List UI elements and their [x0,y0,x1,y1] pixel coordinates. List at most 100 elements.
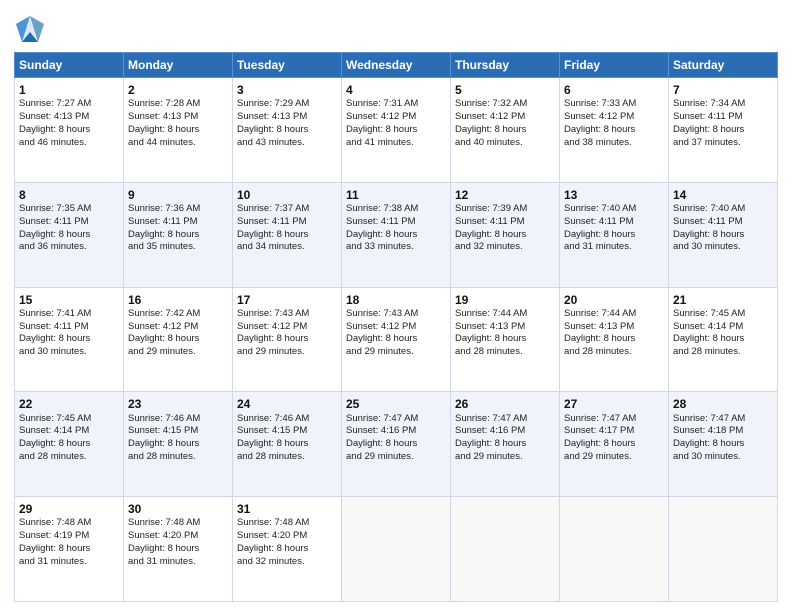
table-row: 18Sunrise: 7:43 AMSunset: 4:12 PMDayligh… [342,287,451,392]
day-info: Sunrise: 7:46 AM [237,413,337,426]
day-number: 29 [19,501,119,517]
day-number: 2 [128,82,228,98]
day-info: Daylight: 8 hours [128,333,228,346]
day-info: and 30 minutes. [673,241,773,254]
day-info: Sunrise: 7:40 AM [673,203,773,216]
table-row: 5Sunrise: 7:32 AMSunset: 4:12 PMDaylight… [451,78,560,183]
day-info: Sunset: 4:11 PM [673,216,773,229]
day-info: Daylight: 8 hours [673,438,773,451]
table-row: 11Sunrise: 7:38 AMSunset: 4:11 PMDayligh… [342,182,451,287]
day-number: 27 [564,396,664,412]
calendar-header-row: Sunday Monday Tuesday Wednesday Thursday… [15,53,778,78]
day-number: 28 [673,396,773,412]
day-info: Daylight: 8 hours [673,229,773,242]
day-info: Daylight: 8 hours [19,124,119,137]
day-info: Sunrise: 7:33 AM [564,98,664,111]
day-info: Sunset: 4:11 PM [346,216,446,229]
table-row: 31Sunrise: 7:48 AMSunset: 4:20 PMDayligh… [233,497,342,602]
day-info: Sunset: 4:12 PM [455,111,555,124]
day-info: Sunset: 4:14 PM [673,321,773,334]
day-info: Daylight: 8 hours [346,438,446,451]
day-info: and 29 minutes. [128,346,228,359]
day-info: Sunset: 4:13 PM [19,111,119,124]
day-info: and 33 minutes. [346,241,446,254]
day-info: and 34 minutes. [237,241,337,254]
col-saturday: Saturday [669,53,778,78]
day-info: Sunset: 4:11 PM [564,216,664,229]
table-row [560,497,669,602]
day-info: Sunset: 4:13 PM [455,321,555,334]
day-info: and 29 minutes. [346,451,446,464]
day-info: Daylight: 8 hours [19,543,119,556]
day-info: Sunset: 4:11 PM [673,111,773,124]
table-row: 8Sunrise: 7:35 AMSunset: 4:11 PMDaylight… [15,182,124,287]
day-info: Sunrise: 7:47 AM [564,413,664,426]
day-number: 5 [455,82,555,98]
day-info: and 32 minutes. [237,556,337,569]
day-number: 6 [564,82,664,98]
day-info: Sunset: 4:13 PM [237,111,337,124]
day-info: Daylight: 8 hours [19,229,119,242]
day-info: and 32 minutes. [455,241,555,254]
day-info: Daylight: 8 hours [128,124,228,137]
day-info: Sunrise: 7:46 AM [128,413,228,426]
col-monday: Monday [124,53,233,78]
day-number: 23 [128,396,228,412]
day-info: and 30 minutes. [19,346,119,359]
day-number: 7 [673,82,773,98]
day-info: and 38 minutes. [564,137,664,150]
day-info: Sunrise: 7:41 AM [19,308,119,321]
day-info: Sunrise: 7:32 AM [455,98,555,111]
table-row [342,497,451,602]
day-info: Sunset: 4:13 PM [128,111,228,124]
table-row: 27Sunrise: 7:47 AMSunset: 4:17 PMDayligh… [560,392,669,497]
day-info: Sunrise: 7:35 AM [19,203,119,216]
day-info: and 28 minutes. [19,451,119,464]
day-info: and 29 minutes. [564,451,664,464]
table-row: 25Sunrise: 7:47 AMSunset: 4:16 PMDayligh… [342,392,451,497]
table-row: 1Sunrise: 7:27 AMSunset: 4:13 PMDaylight… [15,78,124,183]
col-friday: Friday [560,53,669,78]
calendar-row-3: 15Sunrise: 7:41 AMSunset: 4:11 PMDayligh… [15,287,778,392]
col-thursday: Thursday [451,53,560,78]
day-info: and 31 minutes. [19,556,119,569]
day-info: Daylight: 8 hours [564,438,664,451]
day-info: Sunrise: 7:48 AM [128,517,228,530]
table-row: 10Sunrise: 7:37 AMSunset: 4:11 PMDayligh… [233,182,342,287]
day-info: Daylight: 8 hours [346,124,446,137]
day-info: Sunset: 4:12 PM [346,321,446,334]
header [14,10,778,46]
day-info: Daylight: 8 hours [237,543,337,556]
table-row: 28Sunrise: 7:47 AMSunset: 4:18 PMDayligh… [669,392,778,497]
table-row: 17Sunrise: 7:43 AMSunset: 4:12 PMDayligh… [233,287,342,392]
table-row: 14Sunrise: 7:40 AMSunset: 4:11 PMDayligh… [669,182,778,287]
day-number: 20 [564,292,664,308]
table-row: 7Sunrise: 7:34 AMSunset: 4:11 PMDaylight… [669,78,778,183]
day-info: and 44 minutes. [128,137,228,150]
day-info: and 36 minutes. [19,241,119,254]
day-number: 18 [346,292,446,308]
day-info: Daylight: 8 hours [128,438,228,451]
day-number: 11 [346,187,446,203]
day-info: Sunset: 4:11 PM [19,216,119,229]
day-info: Sunset: 4:13 PM [564,321,664,334]
calendar-row-4: 22Sunrise: 7:45 AMSunset: 4:14 PMDayligh… [15,392,778,497]
day-info: Daylight: 8 hours [237,438,337,451]
table-row: 16Sunrise: 7:42 AMSunset: 4:12 PMDayligh… [124,287,233,392]
day-info: and 28 minutes. [673,346,773,359]
day-info: Sunrise: 7:38 AM [346,203,446,216]
day-info: Sunrise: 7:28 AM [128,98,228,111]
col-tuesday: Tuesday [233,53,342,78]
day-number: 24 [237,396,337,412]
day-info: Sunrise: 7:43 AM [237,308,337,321]
day-info: Daylight: 8 hours [237,333,337,346]
day-info: Daylight: 8 hours [237,124,337,137]
day-info: Sunrise: 7:29 AM [237,98,337,111]
day-info: Sunset: 4:12 PM [564,111,664,124]
day-number: 30 [128,501,228,517]
day-info: Sunrise: 7:31 AM [346,98,446,111]
day-info: Daylight: 8 hours [564,333,664,346]
table-row: 13Sunrise: 7:40 AMSunset: 4:11 PMDayligh… [560,182,669,287]
day-number: 13 [564,187,664,203]
day-info: Sunset: 4:12 PM [128,321,228,334]
